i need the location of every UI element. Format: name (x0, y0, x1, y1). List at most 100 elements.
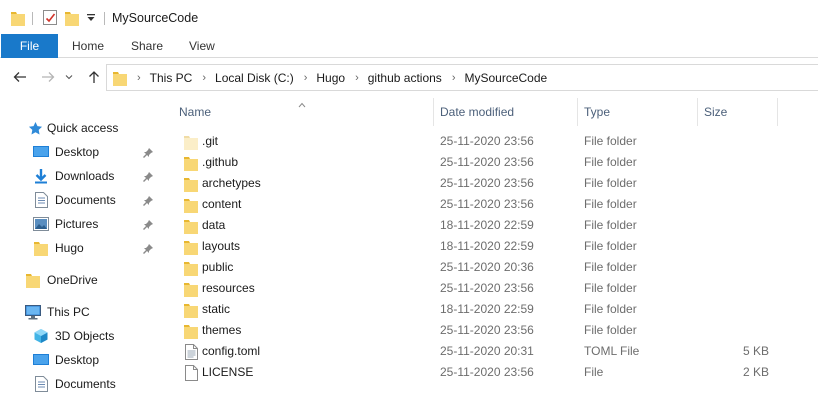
file-name-cell[interactable]: static (183, 299, 230, 320)
column-header-name[interactable]: Name (179, 96, 211, 128)
tab-share[interactable]: Share (131, 34, 163, 58)
documents-icon (33, 376, 49, 392)
forward-arrow-icon[interactable] (40, 69, 56, 85)
file-type: File folder (584, 302, 637, 316)
file-name-cell[interactable]: layouts (183, 236, 240, 257)
file-row[interactable]: public 25-11-2020 20:36 File folder (163, 257, 818, 278)
file-name: config.toml (202, 344, 261, 358)
folder-icon (183, 302, 199, 318)
chevron-right-icon[interactable]: › (202, 72, 206, 84)
folder-icon (113, 70, 127, 89)
file-date: 25-11-2020 23:56 (440, 176, 534, 190)
file-name-cell[interactable]: content (183, 194, 241, 215)
breadcrumb-local-disk[interactable]: Local Disk (C:) (215, 71, 294, 85)
chevron-right-icon[interactable]: › (452, 72, 456, 84)
file-row[interactable]: LICENSE 25-11-2020 23:56 File 2 KB (163, 362, 818, 383)
file-type: File folder (584, 197, 637, 211)
back-arrow-icon[interactable] (12, 69, 28, 85)
nav-item-3d-objects[interactable]: 3D Objects (33, 325, 114, 347)
breadcrumb-mysourcecode[interactable]: MySourceCode (464, 71, 547, 85)
column-divider[interactable] (777, 98, 778, 126)
nav-item-this-pc[interactable]: This PC (25, 301, 90, 323)
nav-item-onedrive[interactable]: OneDrive (25, 269, 98, 291)
file-date: 18-11-2020 22:59 (440, 218, 534, 232)
file-row[interactable]: config.toml 25-11-2020 20:31 TOML File 5 KB (163, 341, 818, 362)
file-icon (183, 364, 199, 381)
nav-item-documents[interactable]: Documents (33, 189, 116, 211)
chevron-right-icon[interactable]: › (304, 72, 308, 84)
nav-quick-access[interactable]: Quick access (27, 117, 118, 139)
file-name-cell[interactable]: data (183, 215, 225, 236)
file-name: data (202, 218, 226, 232)
folder-icon (183, 260, 199, 276)
file-name-cell[interactable]: resources (183, 278, 255, 299)
file-row[interactable]: resources 25-11-2020 23:56 File folder (163, 278, 818, 299)
file-name: layouts (202, 239, 241, 253)
file-date: 25-11-2020 23:56 (440, 365, 534, 379)
pin-icon[interactable] (142, 171, 154, 183)
new-folder-icon[interactable] (65, 10, 79, 29)
file-name-cell[interactable]: config.toml (183, 341, 260, 362)
folder-icon (183, 239, 199, 255)
pin-icon[interactable] (142, 219, 154, 231)
breadcrumb-this-pc[interactable]: This PC (150, 71, 193, 85)
pin-icon[interactable] (142, 243, 154, 255)
file-row[interactable]: content 25-11-2020 23:56 File folder (163, 194, 818, 215)
pin-icon[interactable] (142, 147, 154, 159)
file-date: 25-11-2020 23:56 (440, 197, 534, 211)
file-date: 18-11-2020 22:59 (440, 302, 534, 316)
tab-view[interactable]: View (189, 34, 215, 58)
file-name-cell[interactable]: .git (183, 131, 218, 152)
column-header-type[interactable]: Type (584, 96, 610, 128)
file-name-cell[interactable]: .github (183, 152, 238, 173)
nav-item-pictures[interactable]: Pictures (33, 213, 98, 235)
file-name: static (202, 302, 231, 316)
nav-item-downloads[interactable]: Downloads (33, 165, 114, 187)
chevron-right-icon[interactable]: › (355, 72, 359, 84)
file-row[interactable]: themes 25-11-2020 23:56 File folder (163, 320, 818, 341)
file-type: File folder (584, 260, 637, 274)
column-divider[interactable] (697, 98, 698, 126)
file-row[interactable]: data 18-11-2020 22:59 File folder (163, 215, 818, 236)
column-divider[interactable] (577, 98, 578, 126)
file-name-cell[interactable]: public (183, 257, 233, 278)
file-row[interactable]: .git 25-11-2020 23:56 File folder (163, 131, 818, 152)
breadcrumb-github-actions[interactable]: github actions (368, 71, 442, 85)
folder-icon (183, 176, 199, 192)
column-header-size[interactable]: Size (704, 96, 727, 128)
customize-toolbar-icon[interactable] (85, 12, 97, 24)
chevron-down-icon[interactable] (64, 69, 74, 85)
folder-icon (183, 281, 199, 297)
file-row[interactable]: static 18-11-2020 22:59 File folder (163, 299, 818, 320)
tab-file[interactable]: File (1, 34, 58, 58)
computer-icon (25, 304, 41, 320)
title-bar: MySourceCode (0, 0, 818, 34)
nav-item-pc-documents[interactable]: Documents (33, 373, 116, 393)
file-name-cell[interactable]: archetypes (183, 173, 261, 194)
nav-item-pc-desktop[interactable]: Desktop (33, 349, 99, 371)
column-header-date[interactable]: Date modified (440, 96, 514, 128)
file-row[interactable]: .github 25-11-2020 23:56 File folder (163, 152, 818, 173)
file-row[interactable]: archetypes 25-11-2020 23:56 File folder (163, 173, 818, 194)
nav-item-desktop[interactable]: Desktop (33, 141, 99, 163)
nav-item-hugo[interactable]: Hugo (33, 237, 84, 259)
file-name-cell[interactable]: themes (183, 320, 241, 341)
file-size (703, 236, 769, 257)
folder-icon (25, 272, 41, 288)
file-type: File folder (584, 134, 637, 148)
chevron-right-icon: › (137, 71, 141, 84)
downloads-icon (33, 168, 49, 184)
folder-icon (183, 197, 199, 213)
ribbon-tabs: File Home Share View (0, 34, 818, 58)
properties-icon[interactable] (43, 10, 57, 25)
up-arrow-icon[interactable] (86, 69, 102, 85)
address-bar[interactable]: › This PC › Local Disk (C:) › Hugo › git… (106, 64, 818, 91)
pin-icon[interactable] (142, 195, 154, 207)
file-name-cell[interactable]: LICENSE (183, 362, 253, 383)
file-row[interactable]: layouts 18-11-2020 22:59 File folder (163, 236, 818, 257)
column-divider[interactable] (433, 98, 434, 126)
nav-item-label: Documents (55, 377, 116, 391)
file-name: archetypes (202, 176, 261, 190)
tab-home[interactable]: Home (72, 34, 104, 58)
breadcrumb-hugo[interactable]: Hugo (316, 71, 345, 85)
